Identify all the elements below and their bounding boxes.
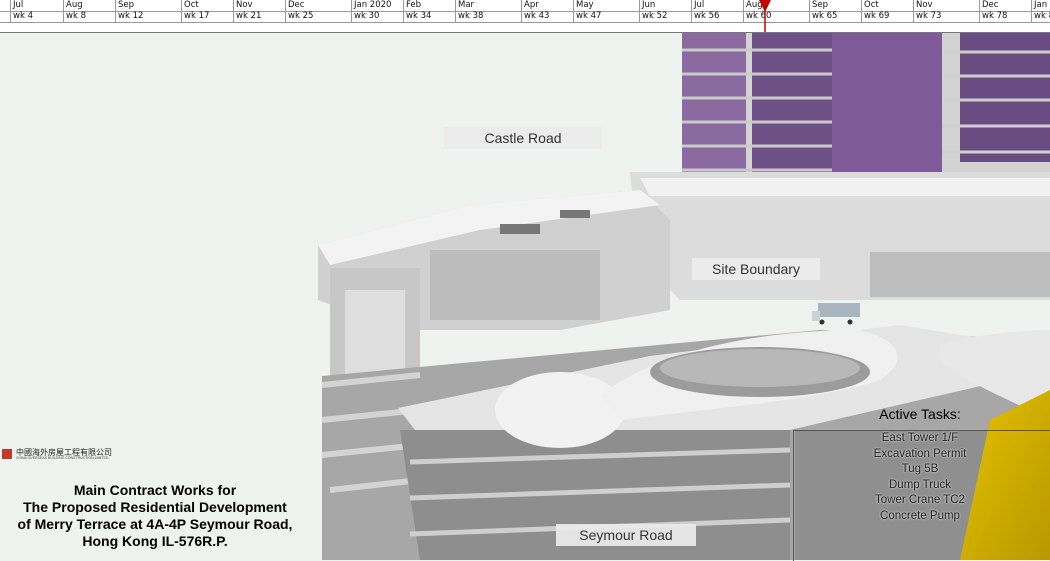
project-title-line: Main Contract Works for xyxy=(73,482,237,498)
timeline-month-cell[interactable]: Sep xyxy=(115,0,181,11)
company-logo: 中國海外房屋工程有限公司 CHINA OVERSEAS BUILDING CON… xyxy=(2,447,126,461)
timeline-month-cell[interactable]: Nov xyxy=(233,0,285,11)
timeline-month-cell[interactable]: Jul xyxy=(691,0,743,11)
east-tower-right xyxy=(942,32,1050,182)
timeline-week-cell[interactable]: wk 21 xyxy=(233,11,285,22)
timeline-week-cell[interactable]: wk 25 xyxy=(285,11,351,22)
timeline-playhead[interactable] xyxy=(759,0,771,32)
timeline-week-cell[interactable]: wk 30 xyxy=(351,11,403,22)
timeline-week-cell[interactable]: wk 8 xyxy=(63,11,115,22)
castle-road-label: Castle Road xyxy=(444,127,602,149)
active-tasks-panel: Active Tasks: East Tower 1/F Excavation … xyxy=(790,405,1050,561)
timeline-week-cell[interactable]: wk 52 xyxy=(639,11,691,22)
active-task-item: Excavation Permit xyxy=(873,447,967,460)
timeline-week-cell[interactable]: wk 47 xyxy=(573,11,639,22)
active-task-item: Dump Truck xyxy=(889,478,951,491)
timeline-week-cell[interactable]: wk 34 xyxy=(403,11,455,22)
site-boundary-label: Site Boundary xyxy=(692,258,820,280)
active-task-item: Tower Crane TC2 xyxy=(875,494,965,506)
project-title-line: of Merry Terrace at 4A-4P Seymour Road, xyxy=(17,516,293,532)
company-logo-icon xyxy=(2,449,12,459)
timeline-month-cell[interactable]: Aug xyxy=(743,0,809,11)
timeline-week-cell[interactable]: wk 4 xyxy=(10,11,63,22)
timeline-week-cell[interactable]: wk 69 xyxy=(861,11,913,22)
timeline-week-cell[interactable]: wk 65 xyxy=(809,11,861,22)
timeline-month-cell[interactable]: Apr xyxy=(521,0,573,11)
timeline-month-cell[interactable]: Aug xyxy=(63,0,115,11)
timeline-week-cell[interactable]: wk 8 xyxy=(1031,11,1050,22)
timeline-weeks-row: wk 4 wk 8 wk 12 wk 17 wk 21 wk 25 wk 30 wk 34 wk… xyxy=(0,11,1050,23)
active-task-item: Concrete Pump xyxy=(880,509,960,522)
timeline-month-cell[interactable]: May xyxy=(573,0,639,11)
seymour-road-label: Seymour Road xyxy=(556,524,696,546)
timeline-week-cell[interactable]: wk 60 xyxy=(743,11,809,22)
timeline-month-cell[interactable]: Jul xyxy=(10,0,63,11)
timeline-week-cell[interactable]: wk 17 xyxy=(181,11,233,22)
timeline-month-cell[interactable]: Jun xyxy=(639,0,691,11)
timeline-month-cell[interactable]: Oct xyxy=(861,0,913,11)
company-name-en: CHINA OVERSEAS BUILDING CONSTRUCTION LIM… xyxy=(16,456,109,460)
timeline-month-cell[interactable]: Dec xyxy=(979,0,1031,11)
timeline-week-cell[interactable]: wk 73 xyxy=(913,11,979,22)
active-tasks-title: Active Tasks: xyxy=(879,406,961,422)
project-title-line: Hong Kong IL-576R.P. xyxy=(82,533,228,549)
project-title: Main Contract Works for The Proposed Res… xyxy=(0,482,310,550)
timeline-week-cell[interactable]: wk 56 xyxy=(691,11,743,22)
timeline-week-cell[interactable]: wk 38 xyxy=(455,11,521,22)
timeline-month-cell[interactable]: Sep xyxy=(809,0,861,11)
timeline-month-cell[interactable]: Oct xyxy=(181,0,233,11)
timeline-month-cell[interactable]: Mar xyxy=(455,0,521,11)
timeline-week-cell[interactable]: wk 78 xyxy=(979,11,1031,22)
timeline-month-cell[interactable]: Jan 2 xyxy=(1031,0,1050,11)
timeline-month-cell[interactable]: Jan 2020 xyxy=(351,0,403,11)
timeline-month-cell[interactable]: Feb xyxy=(403,0,455,11)
timeline-week-cell[interactable]: wk 12 xyxy=(115,11,181,22)
timeline-month-cell[interactable]: Dec xyxy=(285,0,351,11)
active-tasks-list: East Tower 1/F Excavation Permit Tug 5B … xyxy=(790,431,1050,524)
timeline-header[interactable]: Jul Aug Sep Oct Nov Dec Jan 2020 Feb Mar Apr May Ju… xyxy=(0,0,1050,33)
project-title-line: The Proposed Residential Development xyxy=(23,499,287,515)
active-task-item: Tug 5B xyxy=(901,463,939,475)
active-task-item: East Tower 1/F xyxy=(881,432,959,444)
timeline-month-cell[interactable]: Nov xyxy=(913,0,979,11)
timeline-week-cell[interactable]: wk 43 xyxy=(521,11,573,22)
